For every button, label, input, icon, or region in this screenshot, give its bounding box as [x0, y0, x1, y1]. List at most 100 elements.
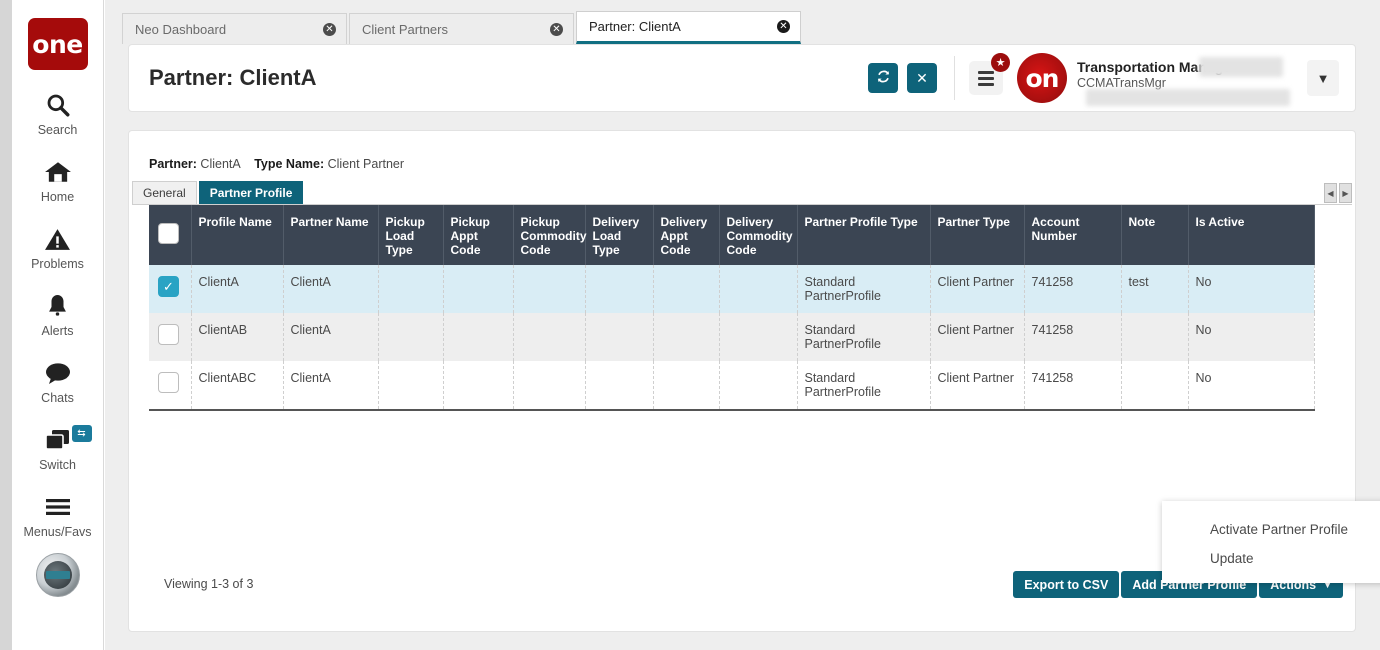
header-divider: [954, 56, 955, 100]
browser-tab-partner-clienta[interactable]: Partner: ClientA ✕: [576, 11, 801, 44]
select-all-header: [149, 205, 191, 265]
column-header-partner-profile-type[interactable]: Partner Profile Type: [797, 205, 930, 265]
sidebar-item-label: Alerts: [42, 324, 74, 338]
select-all-checkbox[interactable]: [158, 223, 179, 244]
cell-profile-name[interactable]: ClientABC: [191, 361, 283, 410]
row-select-cell: ✓: [149, 265, 191, 313]
row-checkbox[interactable]: ✓: [158, 276, 179, 297]
sidebar-item-alerts[interactable]: Alerts: [12, 291, 104, 338]
sidebar-item-home[interactable]: Home: [12, 157, 104, 204]
row-checkbox[interactable]: [158, 372, 179, 393]
close-x-icon: ✕: [916, 70, 928, 87]
browser-tab-neo-dashboard[interactable]: Neo Dashboard ✕: [122, 13, 347, 44]
sidebar-item-label: Home: [41, 190, 74, 204]
column-header-note[interactable]: Note: [1121, 205, 1188, 265]
search-icon: [45, 90, 71, 120]
cell-delivery-commodity-code: [719, 313, 797, 361]
partner-label: Partner:: [149, 157, 197, 171]
brand-logo[interactable]: one: [28, 18, 88, 70]
menu-item-update[interactable]: Update: [1162, 544, 1380, 573]
sidebar-item-menus-favs[interactable]: Menus/Favs: [12, 492, 104, 539]
cell-delivery-load-type: [585, 265, 653, 313]
export-to-csv-button[interactable]: Export to CSV: [1013, 571, 1119, 598]
sidebar-item-chats[interactable]: Chats: [12, 358, 104, 405]
column-header-delivery-appt-code[interactable]: Delivery Appt Code: [653, 205, 719, 265]
record-count-label: Viewing 1-3 of 3: [164, 577, 253, 591]
type-name-label: Type Name:: [254, 157, 324, 171]
swap-arrows-icon[interactable]: ⇆: [72, 425, 92, 442]
bell-icon: [45, 291, 70, 321]
tab-general[interactable]: General: [132, 181, 197, 204]
row-select-cell: [149, 361, 191, 410]
cell-partner-type: Client Partner: [930, 361, 1024, 410]
redacted-block: [1199, 57, 1283, 77]
browser-tab-strip: Neo Dashboard ✕ Client Partners ✕ Partne…: [122, 12, 803, 44]
cell-partner-name[interactable]: ClientA: [283, 265, 378, 313]
sidebar-item-label: Problems: [31, 257, 84, 271]
close-icon[interactable]: ✕: [777, 20, 790, 33]
close-icon[interactable]: ✕: [550, 23, 563, 36]
cell-partner-name[interactable]: ClientA: [283, 361, 378, 410]
sidebar-item-search[interactable]: Search: [12, 90, 104, 137]
cell-delivery-commodity-code: [719, 265, 797, 313]
sidebar-item-label: Menus/Favs: [23, 525, 91, 539]
cell-pickup-appt-code: [443, 361, 513, 410]
user-avatar-icon[interactable]: [36, 553, 80, 597]
redacted-block: [1086, 89, 1290, 106]
caret-left-icon[interactable]: ◀: [1324, 183, 1337, 203]
browser-tab-label: Partner: ClientA: [589, 19, 681, 34]
menu-item-activate-partner-profile[interactable]: Activate Partner Profile: [1162, 515, 1380, 544]
column-header-pickup-commodity-code[interactable]: Pickup Commodity Code: [513, 205, 585, 265]
tab-scroll-controls: ◀ ▶: [1324, 183, 1352, 204]
cell-pickup-commodity-code: [513, 361, 585, 410]
cell-pickup-appt-code: [443, 265, 513, 313]
browser-tab-label: Client Partners: [362, 22, 448, 37]
close-icon[interactable]: ✕: [323, 23, 336, 36]
star-icon: ★: [991, 53, 1010, 72]
partner-value: ClientA: [200, 157, 240, 171]
column-header-is-active[interactable]: Is Active: [1188, 205, 1314, 265]
cell-pickup-commodity-code: [513, 265, 585, 313]
table-row[interactable]: ✓ ClientA ClientA Standard PartnerProfil…: [149, 265, 1314, 313]
row-checkbox[interactable]: [158, 324, 179, 345]
header-menu-wrapper: ★: [969, 61, 1003, 95]
user-menu-button[interactable]: ▼: [1307, 60, 1339, 96]
cell-delivery-load-type: [585, 361, 653, 410]
cell-note: [1121, 361, 1188, 410]
column-header-partner-name[interactable]: Partner Name: [283, 205, 378, 265]
avatar[interactable]: on: [1017, 53, 1067, 103]
cell-account-number: 741258: [1024, 361, 1121, 410]
cell-note: test: [1121, 265, 1188, 313]
column-header-delivery-commodity-code[interactable]: Delivery Commodity Code: [719, 205, 797, 265]
refresh-button[interactable]: [868, 63, 898, 93]
main-content-area: Neo Dashboard ✕ Client Partners ✕ Partne…: [105, 0, 1380, 650]
left-edge-strip: [0, 0, 12, 650]
cell-note: [1121, 313, 1188, 361]
page-title: Partner: ClientA: [149, 65, 868, 91]
cell-partner-profile-type: Standard PartnerProfile: [797, 313, 930, 361]
close-page-button[interactable]: ✕: [907, 63, 937, 93]
cell-profile-name[interactable]: ClientAB: [191, 313, 283, 361]
column-header-delivery-load-type[interactable]: Delivery Load Type: [585, 205, 653, 265]
chat-bubble-icon: [44, 358, 72, 388]
refresh-icon: [876, 69, 891, 87]
cell-account-number: 741258: [1024, 265, 1121, 313]
sidebar-item-switch[interactable]: ⇆ Switch: [12, 425, 104, 472]
column-header-pickup-appt-code[interactable]: Pickup Appt Code: [443, 205, 513, 265]
browser-tab-client-partners[interactable]: Client Partners ✕: [349, 13, 574, 44]
column-header-pickup-load-type[interactable]: Pickup Load Type: [378, 205, 443, 265]
column-header-profile-name[interactable]: Profile Name: [191, 205, 283, 265]
cell-partner-name[interactable]: ClientA: [283, 313, 378, 361]
sidebar-item-problems[interactable]: Problems: [12, 224, 104, 271]
column-header-partner-type[interactable]: Partner Type: [930, 205, 1024, 265]
tab-label: Partner Profile: [210, 186, 293, 200]
table-row[interactable]: ClientABC ClientA Standard PartnerProfil…: [149, 361, 1314, 410]
column-header-account-number[interactable]: Account Number: [1024, 205, 1121, 265]
tab-partner-profile[interactable]: Partner Profile: [199, 181, 304, 204]
grid-body: ✓ ClientA ClientA Standard PartnerProfil…: [149, 265, 1314, 410]
table-row[interactable]: ClientAB ClientA Standard PartnerProfile…: [149, 313, 1314, 361]
caret-right-icon[interactable]: ▶: [1339, 183, 1352, 203]
cell-delivery-appt-code: [653, 265, 719, 313]
cell-profile-name[interactable]: ClientA: [191, 265, 283, 313]
partner-detail-card: Partner: ClientA Type Name: Client Partn…: [128, 130, 1356, 632]
